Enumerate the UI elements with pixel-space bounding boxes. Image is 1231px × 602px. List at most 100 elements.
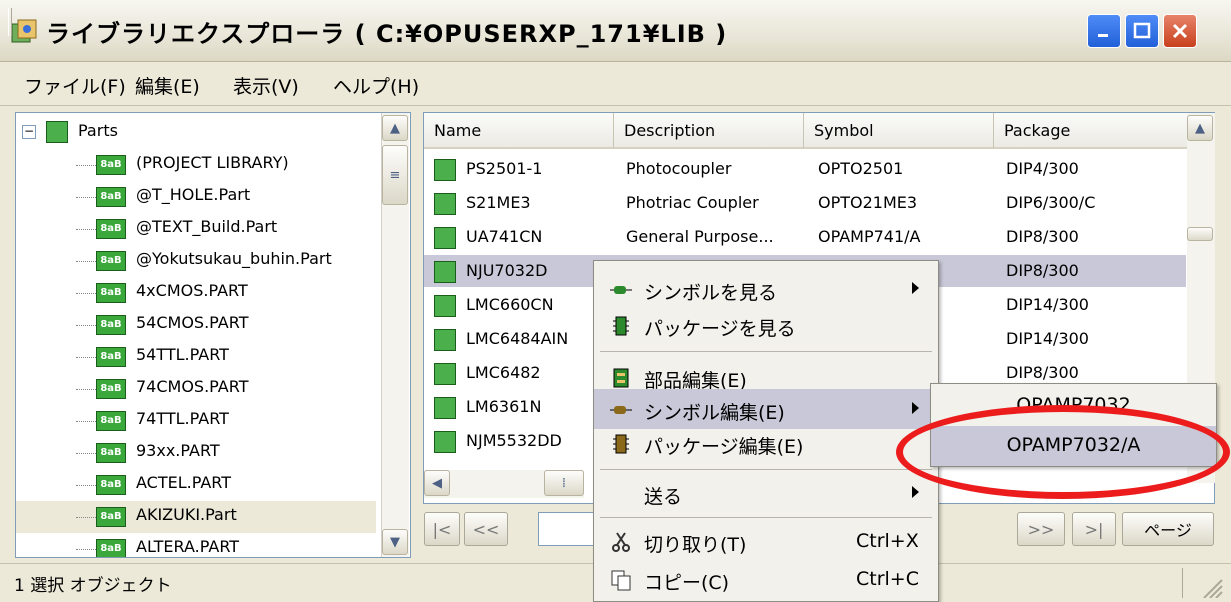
tree-item[interactable]: 8aB 4xCMOS.PART xyxy=(16,277,376,309)
tree-item-label: ALTERA.PART xyxy=(136,537,240,556)
tree-item[interactable]: 8aB (PROJECT LIBRARY) xyxy=(16,149,376,181)
list-cell-name: PS2501-1 xyxy=(466,159,543,178)
menu-grip[interactable] xyxy=(8,8,12,36)
part-file-icon: 8aB xyxy=(96,443,126,463)
column-header-description[interactable]: Description xyxy=(614,113,804,149)
tree-item-label: @TEXT_Build.Part xyxy=(136,217,278,236)
tree-item[interactable]: 8aB AKIZUKI.Part xyxy=(16,501,376,533)
submenu-arrow-icon xyxy=(912,486,919,498)
menu-view-symbol[interactable]: シンボルを見る xyxy=(594,269,938,309)
list-cell-name: LMC6484AIN xyxy=(466,329,569,348)
tree-item[interactable]: 8aB 74CMOS.PART xyxy=(16,373,376,405)
part-icon xyxy=(434,295,456,317)
menu-view[interactable]: 表示(V) xyxy=(233,72,299,99)
last-page-button[interactable]: >| xyxy=(1072,512,1116,546)
maximize-button[interactable] xyxy=(1125,14,1159,48)
status-text: 1 選択 オブジェクト xyxy=(14,576,172,596)
list-scroll-thumb[interactable] xyxy=(1187,227,1213,241)
column-header-package[interactable]: Package xyxy=(994,113,1194,149)
close-button[interactable] xyxy=(1163,14,1197,48)
list-row[interactable]: S21ME3 Photriac Coupler OPTO21ME3 DIP6/300/… xyxy=(424,187,1186,219)
list-horizontal-scrollbar[interactable]: ◀ ⁞ xyxy=(424,470,584,498)
minimize-button[interactable] xyxy=(1087,14,1121,48)
page-number-input[interactable] xyxy=(538,512,594,546)
tree-connector xyxy=(76,229,96,230)
tree-item-label: @Yokutsukau_buhin.Part xyxy=(136,249,332,268)
part-icon xyxy=(434,193,456,215)
submenu-item-opamp7032[interactable]: OPAMP7032 xyxy=(931,386,1216,426)
tree-item-label: 54CMOS.PART xyxy=(136,313,249,332)
list-row[interactable]: PS2501-1 Photocoupler OPTO2501 DIP4/300 xyxy=(424,153,1186,185)
part-edit-icon xyxy=(613,368,629,388)
tree-connector xyxy=(76,421,96,422)
list-cell-name: UA741CN xyxy=(466,227,543,246)
tree-item[interactable]: 8aB ALTERA.PART xyxy=(16,533,376,557)
tree-root[interactable]: − Parts xyxy=(16,117,376,149)
first-page-button[interactable]: |< xyxy=(424,512,460,546)
list-cell-name: NJU7032D xyxy=(466,261,548,280)
part-file-icon: 8aB xyxy=(96,315,126,335)
tree-connector xyxy=(76,485,96,486)
list-row[interactable]: UA741CN General Purpose... OPAMP741/A DIP8/… xyxy=(424,221,1186,253)
menu-edit-package[interactable]: パッケージ編集(E) xyxy=(594,423,938,463)
prev-page-button[interactable]: << xyxy=(464,512,508,546)
next-page-button[interactable]: >> xyxy=(1017,512,1065,546)
tree-item-label: (PROJECT LIBRARY) xyxy=(136,153,289,172)
menu-file[interactable]: ファイル(F) xyxy=(24,72,126,99)
menu-help[interactable]: ヘルプ(H) xyxy=(333,72,419,99)
list-cell-description: General Purpose... xyxy=(626,227,774,246)
menu-copy[interactable]: コピー(C) Ctrl+C xyxy=(594,559,938,599)
tree-item[interactable]: 8aB 54TTL.PART xyxy=(16,341,376,373)
menu-separator xyxy=(600,469,932,470)
tree-item[interactable]: 8aB @TEXT_Build.Part xyxy=(16,213,376,245)
tree-item[interactable]: 8aB 74TTL.PART xyxy=(16,405,376,437)
list-hscroll-thumb[interactable]: ⁞ xyxy=(544,470,584,496)
resize-grip-icon[interactable] xyxy=(1200,576,1224,598)
tree-connector xyxy=(76,453,96,454)
tree-connector xyxy=(76,357,96,358)
column-header-symbol[interactable]: Symbol xyxy=(804,113,994,149)
menu-cut[interactable]: 切り取り(T) Ctrl+X xyxy=(594,521,938,561)
menu-view-package[interactable]: パッケージを見る xyxy=(594,305,938,345)
list-scroll-up-button[interactable]: ▲ xyxy=(1187,115,1213,141)
column-header-name[interactable]: Name xyxy=(424,113,614,149)
list-cell-symbol: OPTO2501 xyxy=(818,159,904,178)
part-file-icon: 8aB xyxy=(96,411,126,431)
scroll-up-button[interactable]: ▲ xyxy=(382,115,408,141)
part-file-icon: 8aB xyxy=(96,283,126,303)
part-icon xyxy=(434,261,456,283)
package-edit-icon xyxy=(613,434,629,454)
tree-connector xyxy=(76,197,96,198)
tree-item[interactable]: 8aB ACTEL.PART xyxy=(16,469,376,501)
tree-item[interactable]: 8aB 54CMOS.PART xyxy=(16,309,376,341)
parts-icon xyxy=(46,121,68,143)
list-cell-symbol: OPAMP741/A xyxy=(818,227,921,246)
menu-separator xyxy=(600,517,932,518)
part-icon xyxy=(434,227,456,249)
part-file-icon: 8aB xyxy=(96,539,126,557)
tree-scrollbar[interactable]: ▲ ≡ ▼ xyxy=(381,113,409,557)
tree-root-label: Parts xyxy=(78,121,118,140)
tree-item[interactable]: 8aB 93xx.PART xyxy=(16,437,376,469)
part-file-icon: 8aB xyxy=(96,251,126,271)
scroll-thumb[interactable]: ≡ xyxy=(382,145,408,205)
list-scroll-left-button[interactable]: ◀ xyxy=(424,470,450,496)
tree-connector xyxy=(76,165,96,166)
tree-item[interactable]: 8aB @Yokutsukau_buhin.Part xyxy=(16,245,376,277)
tree-item[interactable]: 8aB @T_HOLE.Part xyxy=(16,181,376,213)
library-tree[interactable]: − Parts 8aB (PROJECT LIBRARY) 8aB @T_HOLE.P… xyxy=(15,112,411,558)
submenu-item-opamp7032-a[interactable]: OPAMP7032/A xyxy=(931,426,1216,466)
collapse-icon[interactable]: − xyxy=(22,125,36,139)
scissors-icon xyxy=(612,532,630,552)
tree-item-label: 4xCMOS.PART xyxy=(136,281,248,300)
menu-send-to[interactable]: 送る xyxy=(594,473,938,513)
scroll-down-button[interactable]: ▼ xyxy=(382,529,408,555)
part-file-icon: 8aB xyxy=(96,187,126,207)
part-file-icon: 8aB xyxy=(96,379,126,399)
page-button[interactable]: ページ xyxy=(1122,512,1214,546)
part-file-icon: 8aB xyxy=(96,155,126,175)
part-icon xyxy=(434,329,456,351)
list-cell-description: Photriac Coupler xyxy=(626,193,759,212)
tree-item-label: 93xx.PART xyxy=(136,441,220,460)
menu-edit[interactable]: 編集(E) xyxy=(135,72,200,99)
